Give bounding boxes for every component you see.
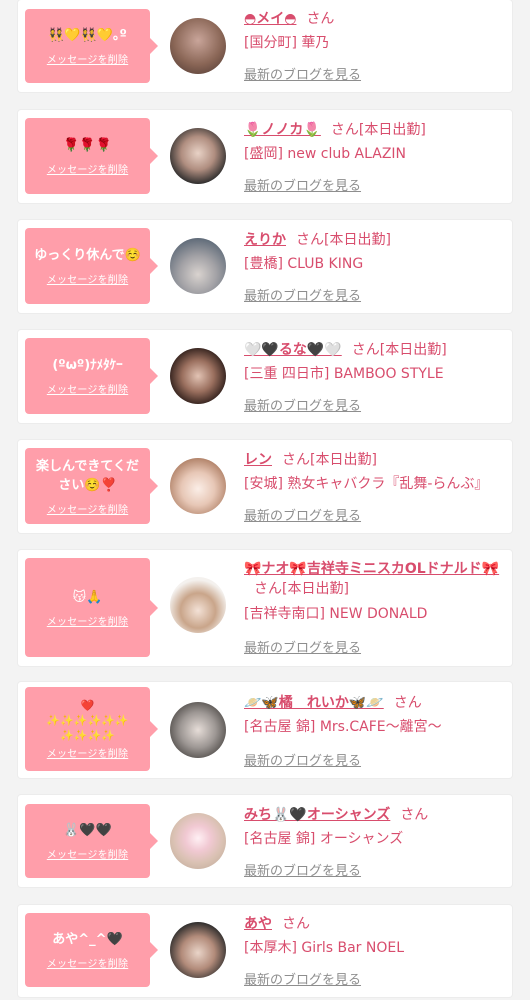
member-name-link[interactable]: みち🐰🖤オーシャンズ xyxy=(244,807,390,823)
list-item: 😽🙏 メッセージを削除 🎀ナオ🎀吉祥寺ミニスカOLドナルド🎀 さん[本日出勤] [… xyxy=(18,550,512,666)
latest-blog-link[interactable]: 最新のブログを見る xyxy=(244,640,361,658)
list-item: ゆっくり休んで☺️ メッセージを削除 えりか さん[本日出勤] [豊橋] CLUB… xyxy=(18,220,512,313)
latest-blog-link[interactable]: 最新のブログを見る xyxy=(244,398,361,416)
list-item: 👯💛👯💛｡º メッセージを削除 ◓メイ◓ さん [国分町] 華乃 最新のブログを見… xyxy=(18,0,512,92)
shop-name: [名古屋 錦] オーシャンズ xyxy=(244,831,404,847)
latest-blog-link[interactable]: 最新のブログを見る xyxy=(244,753,361,771)
message-text: 👯💛👯💛｡º xyxy=(48,28,127,43)
message-bubble: 👯💛👯💛｡º メッセージを削除 xyxy=(25,9,158,83)
message-bubble: あや^_^🖤 メッセージを削除 xyxy=(25,913,158,987)
shop-name: [吉祥寺南口] NEW DONALD xyxy=(244,606,428,622)
shop-name: [安城] 熟女キャバクラ『乱舞-らんぶ』 xyxy=(244,476,489,492)
message-text: 🐰🖤🖤 xyxy=(63,823,112,838)
shop-name: [名古屋 錦] Mrs.CAFE〜離宮〜 xyxy=(244,719,442,735)
member-suffix: さん xyxy=(306,11,335,27)
avatar[interactable] xyxy=(170,238,226,294)
member-suffix: さん xyxy=(393,695,422,711)
shop-name: [盛岡] new club ALAZIN xyxy=(244,146,407,162)
message-text: ゆっくり休んで☺️ xyxy=(34,248,141,263)
message-text: あや^_^🖤 xyxy=(52,932,123,947)
member-suffix: さん[本日出勤] xyxy=(254,581,349,597)
member-name-link[interactable]: レン xyxy=(244,452,272,468)
list-item: ❤️ ✨✨✨✨✨✨ ✨✨✨✨ メッセージを削除 🪐🦋橘 れいか🦋🪐 さん [名古屋… xyxy=(18,682,512,778)
message-text: 楽しんできてくだ さい☺️❣️ xyxy=(36,458,139,493)
delete-message-link[interactable]: メッセージを削除 xyxy=(47,846,128,861)
delete-message-link[interactable]: メッセージを削除 xyxy=(47,955,128,970)
member-suffix: さん xyxy=(282,916,310,932)
avatar[interactable] xyxy=(170,577,226,633)
member-name-link[interactable]: 🪐🦋橘 れいか🦋🪐 xyxy=(244,695,384,711)
member-suffix: さん[本日出勤] xyxy=(296,232,391,248)
member-name-link[interactable]: えりか xyxy=(244,232,286,248)
shop-name: [豊橋] CLUB KING xyxy=(244,256,364,272)
avatar[interactable] xyxy=(170,348,226,404)
delete-message-link[interactable]: メッセージを削除 xyxy=(47,51,128,66)
member-suffix: さん[本日出勤] xyxy=(282,452,377,468)
member-suffix: さん xyxy=(400,807,429,823)
latest-blog-link[interactable]: 最新のブログを見る xyxy=(244,288,361,306)
message-text: 🌹🌹🌹 xyxy=(63,138,112,153)
avatar[interactable] xyxy=(170,458,226,514)
avatar[interactable] xyxy=(170,128,226,184)
delete-message-link[interactable]: メッセージを削除 xyxy=(47,613,128,628)
message-text: ❤️ ✨✨✨✨✨✨ ✨✨✨✨ xyxy=(46,699,129,742)
member-suffix: さん[本日出勤] xyxy=(330,122,426,138)
message-bubble: 🌹🌹🌹 メッセージを削除 xyxy=(25,118,158,194)
message-bubble: 🐰🖤🖤 メッセージを削除 xyxy=(25,804,158,878)
delete-message-link[interactable]: メッセージを削除 xyxy=(47,501,128,516)
list-item: 🌹🌹🌹 メッセージを削除 🌷ノノカ🌷 さん[本日出勤] [盛岡] new club… xyxy=(18,110,512,203)
avatar[interactable] xyxy=(170,922,226,978)
latest-blog-link[interactable]: 最新のブログを見る xyxy=(244,508,361,526)
message-bubble: 楽しんできてくだ さい☺️❣️ メッセージを削除 xyxy=(25,448,158,524)
latest-blog-link[interactable]: 最新のブログを見る xyxy=(244,972,361,990)
member-name-link[interactable]: あや xyxy=(244,916,272,932)
delete-message-link[interactable]: メッセージを削除 xyxy=(47,745,128,760)
list-item: あや^_^🖤 メッセージを削除 あや さん [本厚木] Girls Bar NOE… xyxy=(18,905,512,997)
avatar[interactable] xyxy=(170,702,226,758)
list-item: (ºωº)ﾅﾒﾀｹｰ メッセージを削除 🤍🖤るな🖤🤍 さん[本日出勤] [三重 四… xyxy=(18,330,512,423)
delete-message-link[interactable]: メッセージを削除 xyxy=(47,271,128,286)
message-bubble: (ºωº)ﾅﾒﾀｹｰ メッセージを削除 xyxy=(25,338,158,414)
delete-message-link[interactable]: メッセージを削除 xyxy=(47,381,128,396)
latest-blog-link[interactable]: 最新のブログを見る xyxy=(244,178,361,196)
member-suffix: さん[本日出勤] xyxy=(351,342,447,358)
avatar[interactable] xyxy=(170,813,226,869)
list-item: 🐰🖤🖤 メッセージを削除 みち🐰🖤オーシャンズ さん [名古屋 錦] オーシャンズ… xyxy=(18,795,512,887)
latest-blog-link[interactable]: 最新のブログを見る xyxy=(244,863,361,881)
shop-name: [三重 四日市] BAMBOO STYLE xyxy=(244,366,444,382)
member-name-link[interactable]: 🌷ノノカ🌷 xyxy=(244,122,321,138)
message-bubble: 😽🙏 メッセージを削除 xyxy=(25,558,158,657)
favorites-list: 👯💛👯💛｡º メッセージを削除 ◓メイ◓ さん [国分町] 華乃 最新のブログを見… xyxy=(0,0,530,1000)
message-bubble: ❤️ ✨✨✨✨✨✨ ✨✨✨✨ メッセージを削除 xyxy=(25,687,158,771)
list-item: 楽しんできてくだ さい☺️❣️ メッセージを削除 レン さん[本日出勤] [安城]… xyxy=(18,440,512,533)
latest-blog-link[interactable]: 最新のブログを見る xyxy=(244,67,361,85)
message-bubble: ゆっくり休んで☺️ メッセージを削除 xyxy=(25,228,158,304)
delete-message-link[interactable]: メッセージを削除 xyxy=(47,161,128,176)
member-name-link[interactable]: 🎀ナオ🎀吉祥寺ミニスカOLドナルド🎀 xyxy=(244,561,499,577)
message-text: (ºωº)ﾅﾒﾀｹｰ xyxy=(52,358,123,373)
shop-name: [国分町] 華乃 xyxy=(244,35,330,51)
message-text: 😽🙏 xyxy=(72,589,103,605)
avatar[interactable] xyxy=(170,18,226,74)
member-name-link[interactable]: ◓メイ◓ xyxy=(244,11,296,27)
member-name-link[interactable]: 🤍🖤るな🖤🤍 xyxy=(244,342,342,358)
shop-name: [本厚木] Girls Bar NOEL xyxy=(244,940,405,956)
